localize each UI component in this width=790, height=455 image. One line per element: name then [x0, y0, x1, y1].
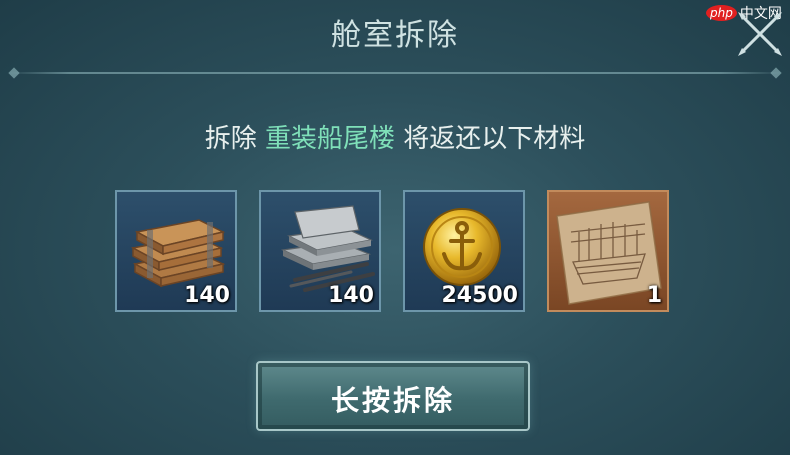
- material-slot-steel-plates[interactable]: 140: [259, 190, 381, 312]
- message-prefix: 拆除: [204, 124, 257, 154]
- hold-to-dismantle-button[interactable]: 长按拆除: [256, 361, 530, 431]
- material-slot-wood-planks[interactable]: 140: [115, 190, 237, 312]
- dismantle-message: 拆除 重装船尾楼 将返还以下材料: [0, 118, 790, 155]
- material-quantity: 1: [646, 283, 662, 308]
- material-slot-ship-blueprint[interactable]: 1: [547, 190, 669, 312]
- hold-to-dismantle-label: 长按拆除: [330, 384, 455, 417]
- watermark-logo: php: [706, 5, 737, 21]
- material-slot-gold-coin[interactable]: 24500: [403, 190, 525, 312]
- dialog-title: 舱室拆除: [331, 18, 459, 53]
- returned-materials-list: 140 140 24500 1: [115, 190, 675, 314]
- title-divider: [8, 72, 782, 74]
- close-icon: [738, 12, 782, 56]
- message-suffix: 将返还以下材料: [403, 124, 586, 154]
- material-quantity: 140: [184, 283, 230, 308]
- material-quantity: 140: [328, 283, 374, 308]
- dismantle-cabin-dialog: 舱室拆除 php 中文网 拆除 重装船尾楼 将返还以下材料 140 140 24…: [0, 0, 790, 455]
- material-quantity: 24500: [441, 283, 518, 308]
- close-button[interactable]: [734, 8, 786, 60]
- cabin-name: 重装船尾楼: [264, 124, 395, 154]
